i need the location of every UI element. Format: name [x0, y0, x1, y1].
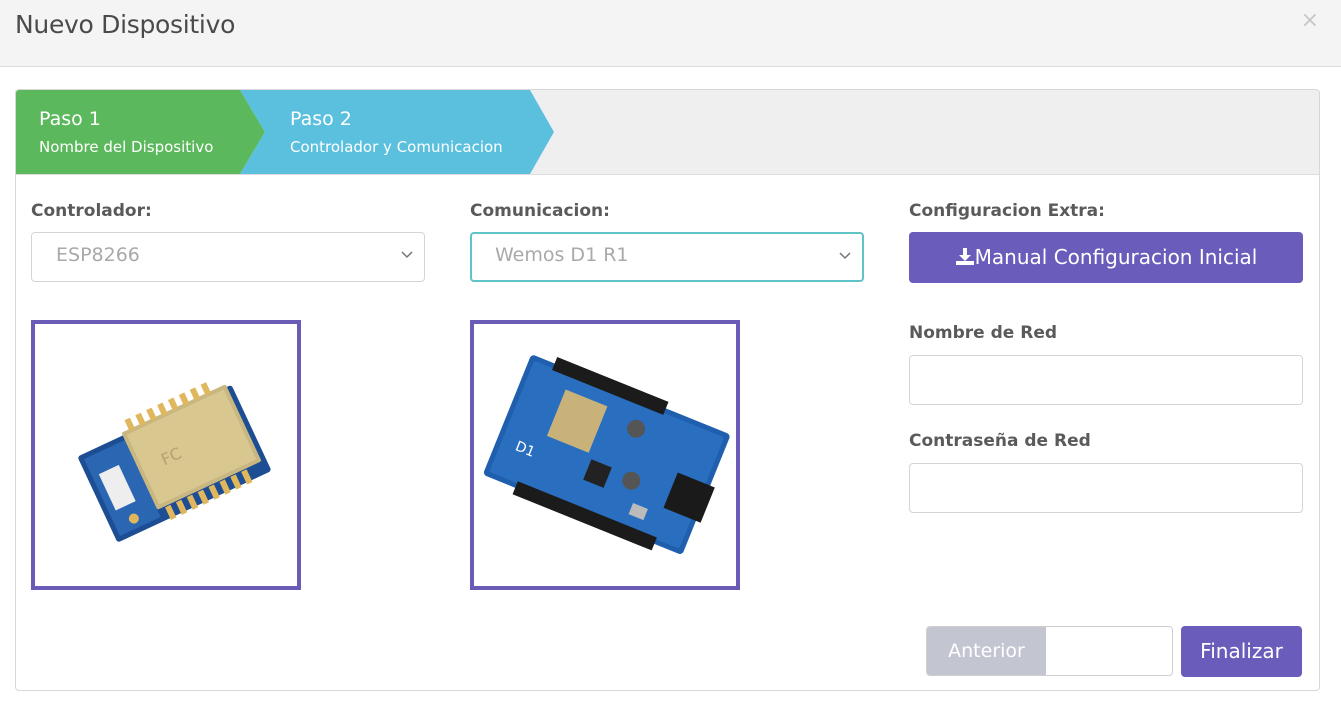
communication-image: D1 — [470, 320, 740, 590]
step-1-arrow — [16, 90, 265, 174]
extra-config-label: Configuracion Extra: — [909, 201, 1105, 221]
step-2-description: Controlador y Comunicacion — [290, 138, 503, 156]
manual-download-button[interactable]: Manual Configuracion Inicial — [909, 232, 1303, 283]
controller-selected-value: ESP8266 — [56, 244, 140, 266]
manual-download-label: Manual Configuracion Inicial — [974, 245, 1258, 269]
step-2-number: Paso 2 — [290, 108, 352, 130]
step-1-description: Nombre del Dispositivo — [39, 138, 214, 156]
steps-bar: Paso 1 Nombre del Dispositivo Paso 2 Con… — [16, 90, 1319, 175]
step-2[interactable]: Paso 2 Controlador y Comunicacion — [240, 90, 560, 174]
chevron-down-icon — [839, 252, 851, 260]
communication-selected-value: Wemos D1 R1 — [495, 244, 629, 266]
communication-select[interactable]: Wemos D1 R1 — [470, 232, 864, 282]
communication-label: Comunicacion: — [470, 201, 610, 221]
modal-header: Nuevo Dispositivo × — [0, 0, 1341, 67]
step-1-number: Paso 1 — [39, 108, 101, 130]
network-name-input[interactable] — [909, 355, 1303, 405]
step-2-arrow — [240, 90, 554, 174]
download-icon — [955, 248, 974, 265]
previous-button[interactable]: Anterior — [927, 627, 1046, 675]
network-password-input[interactable] — [909, 463, 1303, 513]
network-name-label: Nombre de Red — [909, 323, 1058, 343]
network-password-label: Contraseña de Red — [909, 431, 1091, 451]
step-1[interactable]: Paso 1 Nombre del Dispositivo — [16, 90, 266, 174]
controller-select[interactable]: ESP8266 — [31, 232, 425, 282]
modal-title: Nuevo Dispositivo — [15, 10, 236, 39]
finish-button[interactable]: Finalizar — [1181, 626, 1302, 677]
navigation-button-group: Anterior — [926, 626, 1173, 676]
chevron-down-icon — [401, 251, 413, 259]
controller-label: Controlador: — [31, 201, 152, 221]
controller-image: FC — [31, 320, 301, 590]
close-icon[interactable]: × — [1301, 10, 1319, 32]
